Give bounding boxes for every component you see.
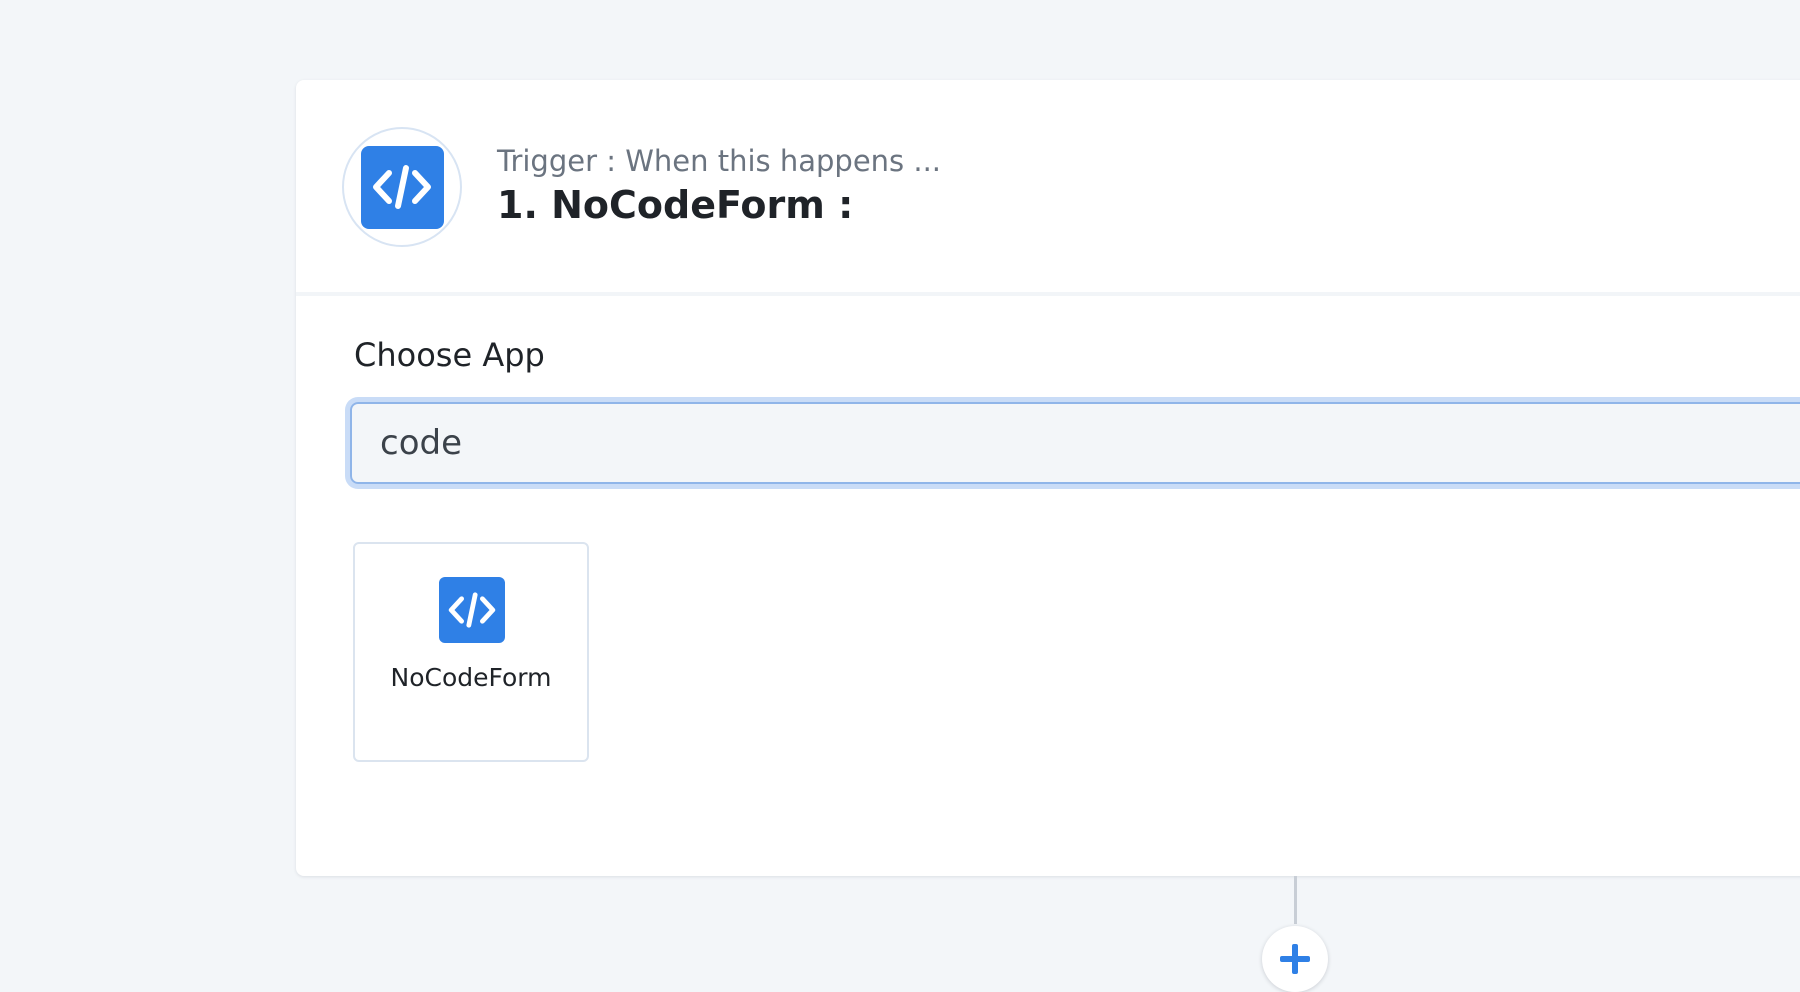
app-search-wrapper xyxy=(350,402,1800,484)
trigger-subtitle: Trigger : When this happens ... xyxy=(497,144,942,178)
trigger-header-text: Trigger : When this happens ... 1. NoCod… xyxy=(497,142,941,228)
workflow-canvas: Trigger : When this happens ... 1. NoCod… xyxy=(0,0,1800,992)
trigger-step-header[interactable]: Trigger : When this happens ... 1. NoCod… xyxy=(296,80,1800,296)
add-step-button[interactable] xyxy=(1262,926,1328,992)
trigger-step-card: Trigger : When this happens ... 1. NoCod… xyxy=(296,80,1800,876)
choose-app-label: Choose App xyxy=(354,336,545,374)
app-result-tile[interactable]: NoCodeForm xyxy=(353,542,589,762)
code-brackets-icon xyxy=(439,577,505,643)
step-connector-line xyxy=(1294,876,1297,924)
plus-icon xyxy=(1280,944,1310,974)
app-result-label: NoCodeForm xyxy=(390,663,552,692)
app-search-input[interactable] xyxy=(350,402,1800,484)
trigger-title: 1. NoCodeForm : xyxy=(497,183,854,227)
code-brackets-icon xyxy=(360,145,444,229)
trigger-app-logo xyxy=(342,127,462,247)
